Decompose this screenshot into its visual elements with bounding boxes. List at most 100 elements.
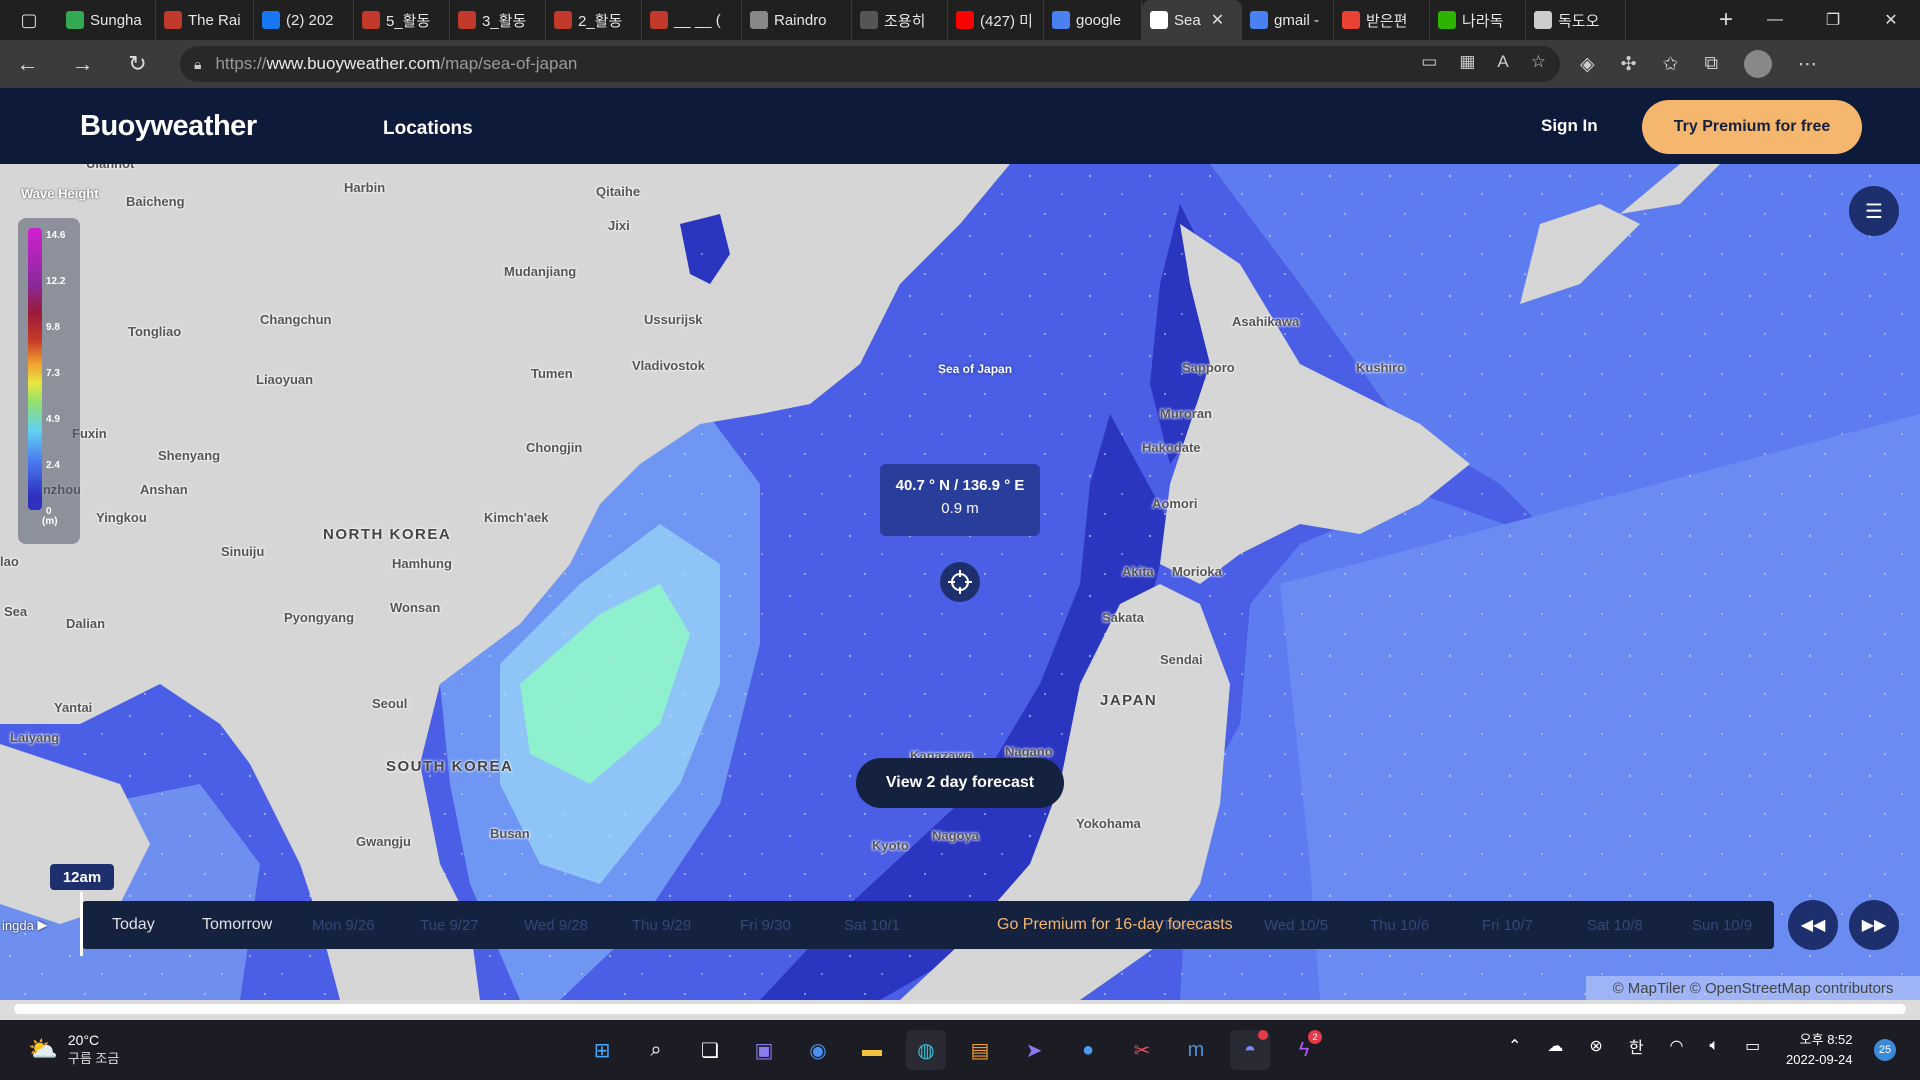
forecast-timeline[interactable]: Today Tomorrow Mon 9/26 Tue 9/27 Wed 9/28 Thu…	[82, 901, 1774, 949]
task-view-icon[interactable]: ❏	[690, 1030, 730, 1070]
browser-tab[interactable]: (2) 202	[254, 0, 354, 40]
notification-badge[interactable]: 25	[1874, 1039, 1896, 1061]
tab-actions-icon[interactable]: ▢	[0, 0, 58, 40]
window-controls: — ❐ ✕	[1746, 0, 1920, 40]
search-icon[interactable]: ⌕	[636, 1030, 676, 1070]
close-window-icon[interactable]: ✕	[1862, 0, 1920, 40]
start-icon[interactable]: ⊞	[582, 1030, 622, 1070]
browser-tab[interactable]: 3_활동	[450, 0, 546, 40]
battery-icon[interactable]: ▭	[1745, 1036, 1760, 1056]
new-tab-button[interactable]: +	[1706, 6, 1746, 34]
minimize-icon[interactable]: —	[1746, 0, 1804, 40]
nav-locations[interactable]: Locations	[383, 118, 473, 140]
extensions-icon[interactable]: ✣	[1621, 53, 1637, 76]
browser-tab[interactable]: (427) 미	[948, 0, 1044, 40]
wave-map[interactable]: Ulanhot Baicheng Harbin Qitaihe Jixi Mudanjia…	[0, 164, 1920, 1000]
browser-tab[interactable]: 독도오	[1526, 0, 1626, 40]
browser-tab[interactable]: 받은편	[1334, 0, 1430, 40]
store-icon[interactable]: ▤	[960, 1030, 1000, 1070]
timeline-day[interactable]: Wed 9/28	[524, 901, 588, 949]
extension-shield-icon[interactable]: ◈	[1580, 53, 1595, 76]
browser-tab[interactable]: __ __ (	[642, 0, 742, 40]
app-arrow-icon[interactable]: ➤	[1014, 1030, 1054, 1070]
volume-icon[interactable]: 🔈︎	[1710, 1037, 1720, 1055]
timeline-day[interactable]: Fri 10/7	[1482, 901, 1533, 949]
timeline-day[interactable]: Mon 9/26	[312, 901, 375, 949]
onedrive-icon[interactable]: ☁	[1547, 1036, 1563, 1056]
forward-icon[interactable]: →	[55, 51, 110, 77]
refresh-icon[interactable]: ↻	[110, 51, 165, 77]
timeline-day[interactable]: Tomorrow	[202, 901, 272, 949]
x-circle-icon[interactable]: ⊗	[1589, 1036, 1602, 1056]
app-c-icon[interactable]: ◉	[798, 1030, 838, 1070]
browser-tab[interactable]: 2_활동	[546, 0, 642, 40]
map-attribution[interactable]: © MapTiler © OpenStreetMap contributors	[1586, 976, 1920, 1000]
place-label: Seoul	[372, 696, 408, 711]
edge-icon[interactable]: ◍	[906, 1030, 946, 1070]
place-label: Muroran	[1160, 406, 1212, 421]
tab-list: Sungha The Rai (2) 202 5_활동 3_활동 2_활동 __ __ (R…	[58, 0, 1706, 40]
place-label: Hamhung	[392, 556, 452, 571]
rewind-icon[interactable]: ◀◀	[1788, 900, 1838, 950]
app-m-icon[interactable]: m	[1176, 1030, 1216, 1070]
timeline-marker[interactable]	[80, 892, 83, 956]
timeline-day[interactable]: Sun 10/9	[1692, 901, 1752, 949]
url-field[interactable]: 🔒︎ https://www.buoyweather.com/map/sea-o…	[180, 46, 1560, 82]
messenger-icon[interactable]: ϟ2	[1284, 1030, 1324, 1070]
snipping-tool-icon[interactable]: ✂	[1122, 1030, 1162, 1070]
teams-icon[interactable]: ▣	[744, 1030, 784, 1070]
browser-tab[interactable]: Raindro	[742, 0, 852, 40]
favorites-icon[interactable]: ✩	[1663, 53, 1679, 76]
place-label: Dalian	[66, 616, 106, 631]
weather-widget[interactable]: ⛅ 20°C 구름 조금	[28, 1032, 119, 1067]
restore-icon[interactable]: ❐	[1804, 0, 1862, 40]
sign-in-link[interactable]: Sign In	[1541, 116, 1598, 136]
timeline-day[interactable]: Sat 10/1	[844, 901, 900, 949]
ime-indicator[interactable]: 한	[1629, 1034, 1644, 1058]
browser-tab[interactable]: gmail -	[1242, 0, 1334, 40]
wifi-icon[interactable]: ◠	[1670, 1036, 1684, 1056]
timeline-day[interactable]: Sat 10/8	[1587, 901, 1643, 949]
place-label: Asahikawa	[1232, 314, 1300, 329]
view-forecast-button[interactable]: View 2 day forecast	[856, 758, 1064, 808]
browser-tab[interactable]: 5_활동	[354, 0, 450, 40]
favorite-star-icon[interactable]: ☆	[1531, 52, 1546, 72]
browser-tab[interactable]: Sungha	[58, 0, 156, 40]
place-label: Baicheng	[126, 194, 185, 209]
buoyweather-logo[interactable]: Buoyweather	[80, 110, 257, 143]
place-label: Wonsan	[390, 600, 441, 615]
file-explorer-icon[interactable]: ▬	[852, 1030, 892, 1070]
back-icon[interactable]: ←	[0, 51, 55, 77]
crosshair-icon[interactable]	[940, 562, 980, 602]
horizontal-scrollbar[interactable]	[0, 1000, 1920, 1020]
app-b-icon[interactable]: ●	[1068, 1030, 1108, 1070]
read-aloud-icon[interactable]: A	[1497, 52, 1508, 72]
lock-icon[interactable]: 🔒︎	[194, 56, 201, 73]
list-menu-icon[interactable]: ☰	[1849, 186, 1899, 236]
tab-close-icon[interactable]: ✕	[1211, 10, 1224, 30]
fast-forward-icon[interactable]: ▶▶	[1849, 900, 1899, 950]
chevron-up-icon[interactable]: ⌃	[1508, 1036, 1521, 1056]
timeline-day[interactable]: Thu 9/29	[632, 901, 691, 949]
more-menu-icon[interactable]: ⋯	[1798, 53, 1817, 76]
timeline-day[interactable]: Thu 10/6	[1370, 901, 1429, 949]
collections-icon[interactable]: ⧉	[1704, 53, 1718, 75]
discord-icon[interactable]: ◓	[1230, 1030, 1270, 1070]
browser-tab[interactable]: Sea ✕	[1142, 0, 1242, 40]
browser-tab[interactable]: google	[1044, 0, 1142, 40]
timeline-day[interactable]: Fri 9/30	[740, 901, 791, 949]
grid-icon[interactable]: ▦	[1459, 52, 1475, 72]
timeline-day[interactable]: Wed 10/5	[1264, 901, 1328, 949]
browser-tab[interactable]: 나라독	[1430, 0, 1526, 40]
try-premium-button[interactable]: Try Premium for free	[1642, 100, 1862, 154]
browser-tab[interactable]: 조용히	[852, 0, 948, 40]
app-available-icon[interactable]: ▭	[1421, 52, 1437, 72]
timeline-day[interactable]: Today	[112, 901, 155, 949]
profile-avatar[interactable]	[1744, 50, 1773, 78]
browser-tab[interactable]: The Rai	[156, 0, 254, 40]
clock[interactable]: 오후 8:52 2022-09-24	[1786, 1030, 1853, 1070]
scroll-thumb[interactable]	[14, 1004, 1906, 1014]
premium-note[interactable]: Go Premium for 16-day forecasts	[997, 901, 1233, 949]
timeline-day[interactable]: Tue 9/27	[420, 901, 479, 949]
search-icon	[1052, 11, 1070, 29]
